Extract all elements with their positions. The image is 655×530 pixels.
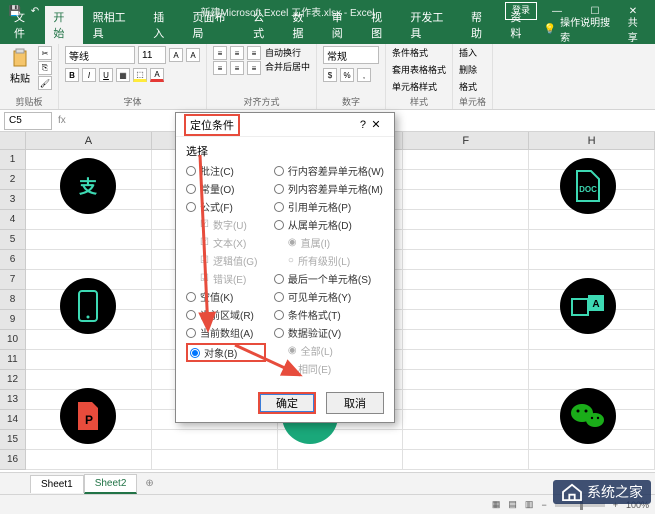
underline-button[interactable]: U bbox=[99, 68, 113, 82]
merge-button[interactable]: 合并后居中 bbox=[265, 60, 310, 73]
opt-comments[interactable]: 批注(C) bbox=[186, 163, 266, 178]
format-cells-button[interactable]: 格式 bbox=[459, 80, 477, 93]
format-painter-icon[interactable]: 🖌 bbox=[38, 76, 52, 90]
currency-icon[interactable]: $ bbox=[323, 68, 337, 82]
sheet-tab-2[interactable]: Sheet2 bbox=[84, 474, 138, 494]
opt-text: ☑ 文本(X) bbox=[186, 235, 266, 250]
picture-phone-icon[interactable] bbox=[60, 278, 116, 334]
watermark: 系统之家 bbox=[553, 480, 651, 504]
group-align: ≡ ≡ ≡ ≡ ≡ ≡ 自动换行 合并后居中 对齐方式 bbox=[207, 44, 317, 109]
cell-style-button[interactable]: 单元格样式 bbox=[392, 80, 437, 93]
bold-button[interactable]: B bbox=[65, 68, 79, 82]
group-styles: 条件格式 套用表格格式 单元格样式 样式 bbox=[386, 44, 453, 109]
cut-icon[interactable]: ✂ bbox=[38, 46, 52, 60]
view-normal-icon[interactable]: ▦ bbox=[492, 499, 501, 510]
align-right-icon[interactable]: ≡ bbox=[247, 61, 261, 75]
group-clipboard: 粘贴 ✂ ⎘ 🖌 剪贴板 bbox=[0, 44, 59, 109]
select-all-corner[interactable] bbox=[0, 132, 26, 149]
group-cells: 插入 删除 格式 单元格 bbox=[453, 44, 493, 109]
new-sheet-button[interactable]: ⊕ bbox=[137, 478, 161, 489]
opt-numbers: ☑ 数字(U) bbox=[186, 217, 266, 232]
ribbon-tabs: 文件 开始 照相工具 插入 页面布局 公式 数据 审阅 视图 开发工具 帮助 资… bbox=[0, 22, 655, 44]
view-break-icon[interactable]: ▥ bbox=[525, 499, 534, 510]
opt-alllevels: ○ 所有级别(L) bbox=[274, 253, 384, 268]
font-size-combo[interactable]: 11 bbox=[138, 46, 166, 64]
dialog-title: 定位条件 bbox=[184, 114, 240, 136]
align-bot-icon[interactable]: ≡ bbox=[247, 46, 261, 60]
align-center-icon[interactable]: ≡ bbox=[230, 61, 244, 75]
picture-doc-icon[interactable]: DOC bbox=[560, 158, 616, 214]
ribbon: 粘贴 ✂ ⎘ 🖌 剪贴板 等线 11 A A B I U ▦ ⬚ bbox=[0, 44, 655, 110]
picture-translate-icon[interactable]: A bbox=[560, 278, 616, 334]
opt-formulas[interactable]: 公式(F) bbox=[186, 199, 266, 214]
opt-direct: ◉ 直属(I) bbox=[274, 235, 384, 250]
opt-region[interactable]: 当前区域(R) bbox=[186, 307, 266, 322]
opt-rowdiff[interactable]: 行内容差异单元格(W) bbox=[274, 163, 384, 178]
zoom-out-button[interactable]: − bbox=[541, 500, 546, 510]
border-button[interactable]: ▦ bbox=[116, 68, 130, 82]
dialog-section-label: 选择 bbox=[186, 143, 384, 159]
copy-icon[interactable]: ⎘ bbox=[38, 61, 52, 75]
comma-icon[interactable]: , bbox=[357, 68, 371, 82]
percent-icon[interactable]: % bbox=[340, 68, 354, 82]
delete-cells-button[interactable]: 删除 bbox=[459, 63, 477, 76]
italic-button[interactable]: I bbox=[82, 68, 96, 82]
opt-condfmt[interactable]: 条件格式(T) bbox=[274, 307, 384, 322]
opt-precedents[interactable]: 引用单元格(P) bbox=[274, 199, 384, 214]
align-left-icon[interactable]: ≡ bbox=[213, 61, 227, 75]
ok-button[interactable]: 确定 bbox=[258, 392, 316, 414]
name-box[interactable]: C5 bbox=[4, 112, 52, 130]
opt-coldiff[interactable]: 列内容差异单元格(M) bbox=[274, 181, 384, 196]
font-color-button[interactable]: A bbox=[150, 68, 164, 82]
dialog-close-button[interactable]: ✕ bbox=[366, 118, 386, 131]
number-format-combo[interactable]: 常规 bbox=[323, 46, 379, 64]
opt-same: ○ 相同(E) bbox=[274, 361, 384, 376]
col-H[interactable]: H bbox=[529, 132, 655, 149]
row-headers: 12 34 56 78 910 1112 1314 1516 bbox=[0, 150, 26, 470]
font-name-combo[interactable]: 等线 bbox=[65, 46, 135, 64]
svg-text:A: A bbox=[592, 299, 599, 310]
picture-alipay-icon[interactable]: 支 bbox=[60, 158, 116, 214]
group-number: 常规 $ % , 数字 bbox=[317, 44, 386, 109]
opt-last[interactable]: 最后一个单元格(S) bbox=[274, 271, 384, 286]
opt-all: ◉ 全部(L) bbox=[274, 343, 384, 358]
grow-font-icon[interactable]: A bbox=[169, 48, 183, 62]
opt-errors: ☑ 错误(E) bbox=[186, 271, 266, 286]
tell-me[interactable]: 💡 操作说明搜索 bbox=[544, 14, 626, 44]
opt-visible[interactable]: 可见单元格(Y) bbox=[274, 289, 384, 304]
fx-icon[interactable]: fx bbox=[52, 115, 72, 126]
opt-constants[interactable]: 常量(O) bbox=[186, 181, 266, 196]
opt-dependents[interactable]: 从属单元格(D) bbox=[274, 217, 384, 232]
tab-data2[interactable]: 资料 bbox=[502, 6, 539, 44]
share-button[interactable]: 共享 bbox=[628, 14, 655, 44]
opt-array[interactable]: 当前数组(A) bbox=[186, 325, 266, 340]
shrink-font-icon[interactable]: A bbox=[186, 48, 200, 62]
paste-button[interactable]: 粘贴 bbox=[6, 46, 34, 87]
picture-ppt-icon[interactable]: P bbox=[60, 388, 116, 444]
align-top-icon[interactable]: ≡ bbox=[213, 46, 227, 60]
opt-blanks[interactable]: 空值(K) bbox=[186, 289, 266, 304]
svg-text:DOC: DOC bbox=[579, 185, 597, 194]
bulb-icon: 💡 bbox=[544, 24, 556, 35]
tab-file[interactable]: 文件 bbox=[6, 6, 43, 44]
fill-color-button[interactable]: ⬚ bbox=[133, 68, 147, 82]
cancel-button[interactable]: 取消 bbox=[326, 392, 384, 414]
view-layout-icon[interactable]: ▤ bbox=[508, 499, 517, 510]
opt-objects[interactable]: 对象(B) bbox=[190, 345, 237, 360]
insert-cells-button[interactable]: 插入 bbox=[459, 46, 477, 59]
picture-wechat-icon[interactable] bbox=[560, 388, 616, 444]
table-format-button[interactable]: 套用表格格式 bbox=[392, 63, 446, 76]
align-mid-icon[interactable]: ≡ bbox=[230, 46, 244, 60]
opt-validation[interactable]: 数据验证(V) bbox=[274, 325, 384, 340]
col-A[interactable]: A bbox=[26, 132, 152, 149]
opt-logical: ☑ 逻辑值(G) bbox=[186, 253, 266, 268]
cond-format-button[interactable]: 条件格式 bbox=[392, 46, 428, 59]
wrap-text-button[interactable]: 自动换行 bbox=[265, 46, 310, 59]
col-F[interactable]: F bbox=[403, 132, 529, 149]
goto-special-dialog: 定位条件 ? ✕ 选择 批注(C) 常量(O) 公式(F) ☑ 数字(U) ☑ … bbox=[175, 112, 395, 423]
svg-text:P: P bbox=[85, 413, 93, 427]
sheet-tab-1[interactable]: Sheet1 bbox=[30, 475, 84, 493]
window-title: 新建Microsoft Excel 工作表.xlsx - Excel bbox=[70, 4, 505, 19]
group-font: 等线 11 A A B I U ▦ ⬚ A 字体 bbox=[59, 44, 207, 109]
